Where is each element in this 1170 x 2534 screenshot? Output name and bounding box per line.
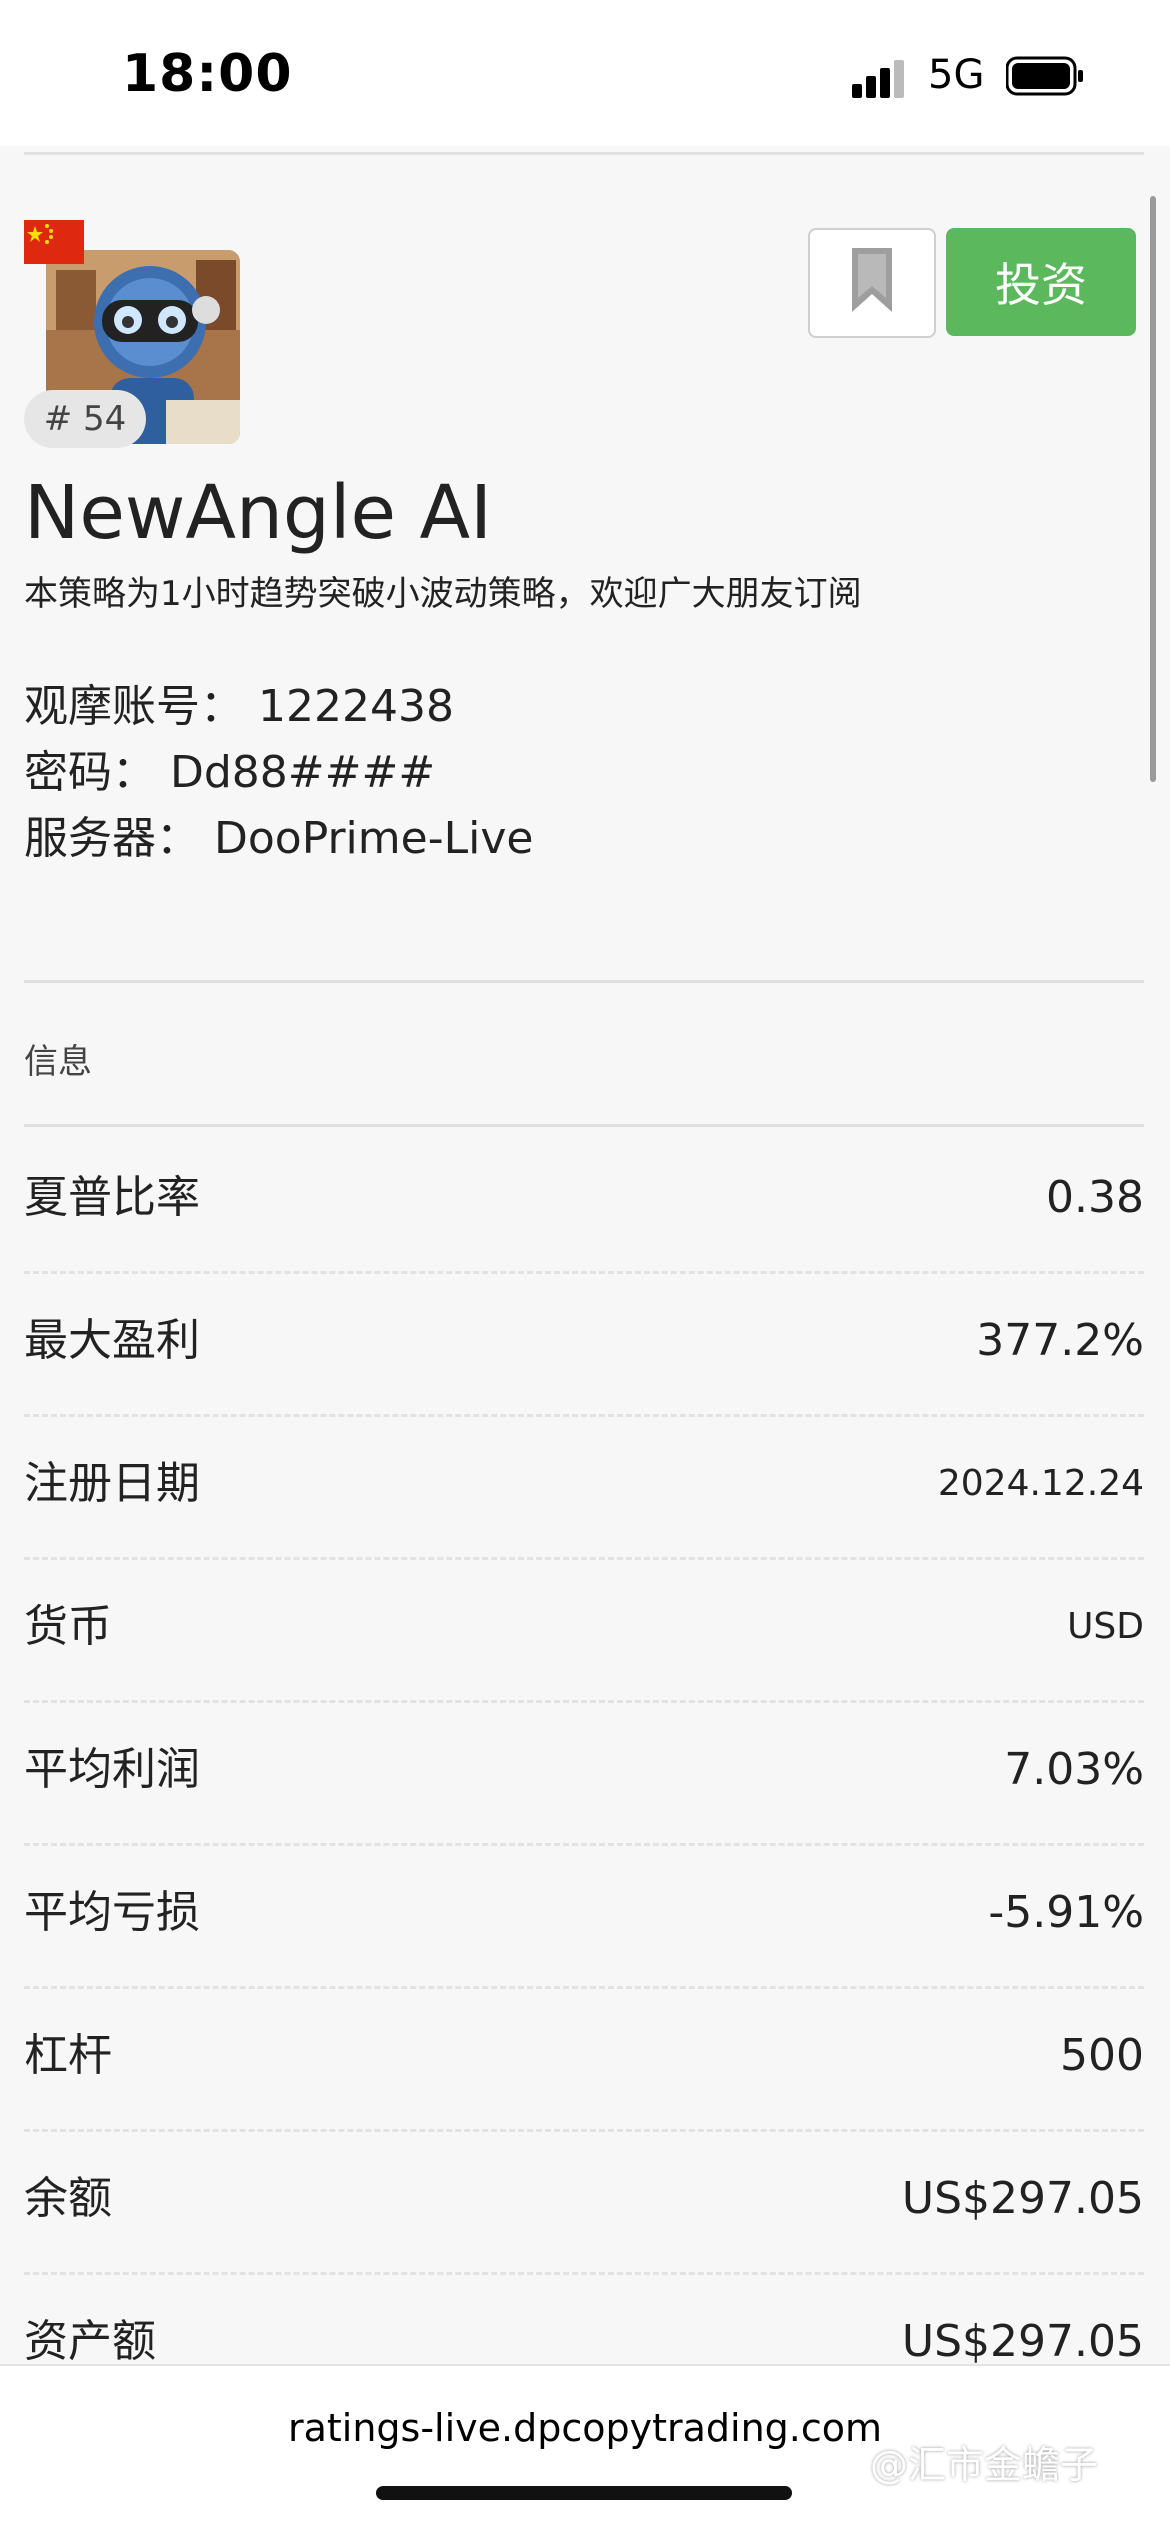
bookmark-icon — [852, 248, 892, 312]
info-row-balance: 余额 US$297.05 — [24, 2129, 1144, 2275]
watch-account: 观摩账号： 1222438 — [24, 681, 454, 732]
section-divider — [24, 980, 1144, 983]
info-label: 注册日期 — [24, 1458, 200, 1509]
scrollbar[interactable] — [1150, 196, 1156, 782]
info-label: 杠杆 — [24, 2030, 112, 2081]
info-value: 7.03% — [1004, 1744, 1144, 1795]
info-value: 500 — [1060, 2030, 1144, 2081]
info-label: 余额 — [24, 2173, 112, 2224]
watermark: @汇市金蟾子 — [870, 2443, 1099, 2487]
info-label: 货币 — [24, 1601, 112, 1652]
info-row-currency: 货币 USD — [24, 1557, 1144, 1703]
info-label: 夏普比率 — [24, 1172, 200, 1223]
info-value: -5.91% — [988, 1887, 1144, 1938]
bookmark-button[interactable] — [808, 228, 936, 338]
home-indicator[interactable] — [376, 2486, 792, 2500]
info-row-avg-profit: 平均利润 7.03% — [24, 1700, 1144, 1846]
header-divider — [24, 152, 1144, 155]
china-flag-icon — [24, 220, 84, 264]
info-row-avg-loss: 平均亏损 -5.91% — [24, 1843, 1144, 1989]
invest-button[interactable]: 投资 — [946, 228, 1136, 336]
battery-icon — [1006, 56, 1083, 96]
info-row-register-date: 注册日期 2024.12.24 — [24, 1414, 1144, 1560]
browser-address-bar[interactable]: ratings-live.dpcopytrading.com @汇市金蟾子 — [0, 2364, 1170, 2534]
info-row-max-profit: 最大盈利 377.2% — [24, 1271, 1144, 1417]
info-value: 2024.12.24 — [937, 1463, 1144, 1504]
info-label: 平均利润 — [24, 1744, 200, 1795]
network-type: 5G — [928, 52, 985, 98]
info-label: 平均亏损 — [24, 1887, 200, 1938]
section-divider — [24, 1124, 1144, 1127]
password: 密码： Dd88#### — [24, 747, 436, 798]
info-row-sharpe: 夏普比率 0.38 — [24, 1128, 1144, 1274]
strategy-description: 本策略为1小时趋势突破小波动策略，欢迎广大朋友订阅 — [24, 574, 862, 614]
info-section-title: 信息 — [24, 1042, 92, 1082]
status-bar: 18:00 5G — [0, 0, 1170, 146]
strategy-name: NewAngle AI — [24, 470, 492, 556]
info-label: 最大盈利 — [24, 1315, 200, 1366]
clock: 18:00 — [122, 44, 293, 104]
info-value: 0.38 — [1046, 1172, 1144, 1223]
info-value: US$297.05 — [901, 2173, 1144, 2224]
info-value: 377.2% — [976, 1315, 1144, 1366]
rank-badge: # 54 — [24, 390, 146, 448]
server: 服务器： DooPrime-Live — [24, 813, 534, 864]
info-row-leverage: 杠杆 500 — [24, 1986, 1144, 2132]
cellular-signal-icon — [852, 60, 904, 98]
info-value: USD — [1067, 1606, 1144, 1647]
